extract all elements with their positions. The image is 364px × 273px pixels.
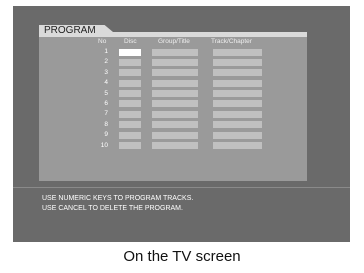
row-number: 6 — [104, 99, 108, 107]
track-chapter-field[interactable] — [213, 110, 262, 118]
row-number: 8 — [104, 120, 108, 128]
program-row[interactable]: 3 — [39, 68, 307, 78]
group-title-field[interactable] — [152, 79, 198, 87]
program-row[interactable]: 8 — [39, 120, 307, 130]
group-title-field[interactable] — [152, 90, 198, 98]
track-chapter-field[interactable] — [213, 69, 262, 77]
program-row[interactable]: 10 — [39, 141, 307, 151]
row-number: 1 — [104, 48, 108, 55]
row-number: 2 — [104, 58, 108, 66]
group-title-field[interactable] — [152, 121, 198, 129]
disc-field[interactable] — [119, 48, 141, 56]
disc-field[interactable] — [119, 69, 141, 77]
group-title-field[interactable] — [152, 100, 198, 108]
program-row[interactable]: 2 — [39, 57, 307, 67]
program-row[interactable]: 1 — [39, 47, 307, 57]
disc-field[interactable] — [119, 90, 141, 98]
help-message: USE NUMERIC KEYS TO PROGRAM TRACKS. — [42, 195, 194, 202]
track-chapter-field[interactable] — [213, 131, 262, 139]
divider — [13, 187, 350, 188]
track-chapter-field[interactable] — [213, 48, 262, 56]
group-title-field[interactable] — [152, 110, 198, 118]
row-number: 5 — [104, 89, 108, 97]
disc-field[interactable] — [119, 58, 141, 66]
track-chapter-field[interactable] — [213, 100, 262, 108]
column-header-disc: Disc — [124, 38, 137, 45]
disc-field[interactable] — [119, 121, 141, 129]
column-header-track: Track/Chapter — [211, 38, 252, 45]
help-message: USE CANCEL TO DELETE THE PROGRAM. — [42, 205, 183, 212]
program-rows: 1 2 3 4 5 6 7 8 9 10 — [39, 47, 307, 151]
row-number: 10 — [100, 141, 108, 149]
panel-top-edge — [113, 32, 307, 37]
row-number: 4 — [104, 79, 108, 87]
column-header-no: No — [98, 38, 107, 45]
program-row[interactable]: 7 — [39, 109, 307, 119]
caption: On the TV screen — [123, 248, 241, 265]
group-title-field[interactable] — [152, 142, 198, 150]
group-title-field[interactable] — [152, 131, 198, 139]
row-number: 3 — [104, 68, 108, 76]
group-title-field[interactable] — [152, 58, 198, 66]
row-number: 9 — [104, 131, 108, 139]
program-row[interactable]: 6 — [39, 99, 307, 109]
column-header-group: Group/Title — [158, 38, 190, 45]
disc-field[interactable] — [119, 131, 141, 139]
track-chapter-field[interactable] — [213, 121, 262, 129]
program-row[interactable]: 4 — [39, 78, 307, 88]
disc-field[interactable] — [119, 79, 141, 87]
track-chapter-field[interactable] — [213, 79, 262, 87]
track-chapter-field[interactable] — [213, 142, 262, 150]
track-chapter-field[interactable] — [213, 58, 262, 66]
group-title-field[interactable] — [152, 69, 198, 77]
program-row[interactable]: 5 — [39, 89, 307, 99]
disc-field[interactable] — [119, 110, 141, 118]
disc-field[interactable] — [119, 100, 141, 108]
group-title-field[interactable] — [152, 48, 198, 56]
help-messages: USE NUMERIC KEYS TO PROGRAM TRACKS. USE … — [42, 194, 193, 214]
track-chapter-field[interactable] — [213, 90, 262, 98]
disc-field[interactable] — [119, 142, 141, 150]
row-number: 7 — [104, 110, 108, 118]
program-row[interactable]: 9 — [39, 130, 307, 140]
